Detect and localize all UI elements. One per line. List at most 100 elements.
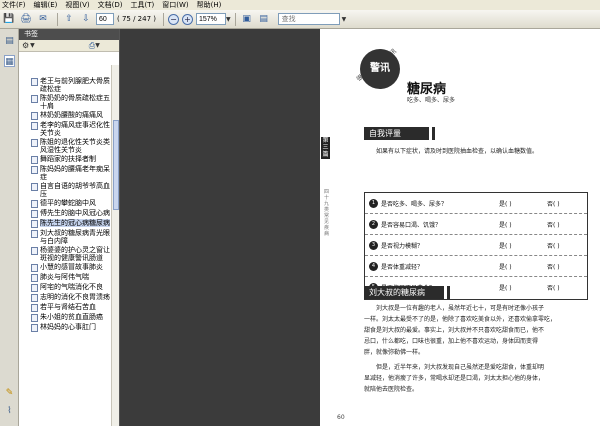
zoom-out-icon[interactable]: − bbox=[168, 13, 179, 25]
bookmark-label: 阿宅的气喘消化不良 bbox=[40, 283, 103, 291]
answer-no: 否( ) bbox=[547, 263, 560, 271]
bookmark-icon bbox=[31, 122, 38, 130]
bookmark-label: 林妈妈的心事肛门 bbox=[40, 323, 96, 331]
comments-icon[interactable]: ✎ bbox=[4, 387, 15, 399]
fit-page-icon[interactable]: ▣ bbox=[240, 12, 254, 26]
bookmarks-scrollbar[interactable] bbox=[111, 65, 119, 426]
bookmark-icon bbox=[31, 284, 38, 292]
toolbar-divider bbox=[163, 12, 164, 26]
question-row: 2 是否容易口渴、饥饿？ 是( ) 否( ) bbox=[365, 214, 587, 235]
bookmark-item[interactable]: 陈姐的退化性关节炎类风湿性关节炎 bbox=[19, 138, 112, 154]
bookmark-label: 朱小姐的贫血直肠癌 bbox=[40, 313, 103, 321]
save-icon[interactable]: 💾 bbox=[2, 12, 16, 26]
bookmark-icon bbox=[31, 274, 38, 282]
question-row: 3 是否视力模糊？ 是( ) 否( ) bbox=[365, 235, 587, 256]
bookmark-item[interactable]: 朱小姐的贫血直肠癌 bbox=[19, 313, 112, 322]
bookmark-item[interactable]: 刘大叔的糖尿病青光眼与白内障 bbox=[19, 229, 112, 245]
question-text: 是否吃多、喝多、尿多？ bbox=[381, 200, 448, 208]
bookmark-icon bbox=[31, 78, 38, 86]
search-dropdown-icon[interactable]: ▼ bbox=[342, 16, 347, 23]
zoom-in-icon[interactable]: + bbox=[182, 13, 193, 25]
menu-file[interactable]: 文件(F) bbox=[2, 0, 26, 10]
bookmark-item[interactable]: 陈先生的冠心病糖尿病 bbox=[19, 219, 112, 228]
bookmark-item[interactable]: 志明的消化不良胃溃疡 bbox=[19, 293, 112, 302]
answer-yes: 是( ) bbox=[499, 285, 512, 292]
bookmark-icon bbox=[31, 183, 38, 191]
menu-tools[interactable]: 工具(T) bbox=[131, 0, 155, 10]
bookmark-icon bbox=[31, 264, 38, 272]
bookmark-item[interactable]: 杨婆婆的护心灵之窗让斑视的健康警讯肠道 bbox=[19, 246, 112, 262]
next-page-icon[interactable]: ⇩ bbox=[79, 12, 93, 26]
answer-no: 否( ) bbox=[547, 285, 560, 292]
answer-yes: 是( ) bbox=[499, 242, 512, 250]
bookmark-item[interactable]: 肺炎与阿伟气喘 bbox=[19, 273, 112, 282]
bookmark-icon bbox=[31, 210, 38, 218]
bookmark-label: 小慧的感冒故事肺炎 bbox=[40, 263, 103, 271]
bookmark-label: 志明的消化不良胃溃疡 bbox=[40, 293, 110, 301]
toolbar-divider bbox=[234, 12, 236, 26]
navigation-rail: ▤ ▦ ✎ ⌇ bbox=[0, 29, 19, 426]
bookmark-icon bbox=[31, 314, 38, 322]
menu-help[interactable]: 帮助(H) bbox=[197, 0, 222, 10]
question-text: 是否容易口渴、饥饿？ bbox=[381, 221, 442, 229]
bookmark-label: 老王与前列腺肥大骨质疏松症 bbox=[40, 77, 110, 93]
bookmark-label: 林奶奶腰酸的痛痛风 bbox=[40, 111, 103, 119]
question-number: 1 bbox=[369, 198, 378, 208]
document-page: 很在意的健康警讯 警讯 糖尿病 吃多、喝多、尿多 第三篇 四十九类常见疾病 自我… bbox=[320, 29, 600, 426]
question-text: 是否体重减轻？ bbox=[381, 263, 424, 271]
page-number-input[interactable] bbox=[96, 13, 114, 25]
bookmark-item[interactable]: 陈奶奶的骨质疏松症五十肩 bbox=[19, 94, 112, 110]
menu-document[interactable]: 文档(D) bbox=[98, 0, 123, 10]
bookmark-label: 陈先生的冠心病糖尿病 bbox=[40, 219, 110, 227]
bookmark-label: 陈姐的退化性关节炎类风湿性关节炎 bbox=[40, 138, 110, 154]
menu-window[interactable]: 窗口(W) bbox=[162, 0, 188, 10]
menu-view[interactable]: 视图(V) bbox=[65, 0, 89, 10]
question-number: 2 bbox=[369, 219, 378, 229]
bookmark-label: 老李的痛风症事迟化性关节炎 bbox=[40, 121, 110, 137]
zoom-input[interactable] bbox=[196, 13, 226, 25]
fit-width-icon[interactable]: ▤ bbox=[257, 12, 271, 26]
bookmarks-icon[interactable]: ▦ bbox=[4, 55, 15, 67]
bookmark-label: 肺炎与阿伟气喘 bbox=[40, 273, 89, 281]
bookmark-item[interactable]: 若平与肾结石苦血 bbox=[19, 303, 112, 312]
bookmark-item[interactable]: 德平的攀蛇脑中风 bbox=[19, 199, 112, 208]
page-total: ( 75 / 247 ) bbox=[117, 15, 156, 23]
bookmark-item[interactable]: 小慧的感冒故事肺炎 bbox=[19, 263, 112, 272]
options-icon[interactable]: ⚙ bbox=[22, 41, 29, 50]
bookmarks-toolbar: ⚙ ▼ ⎙ ▼ bbox=[19, 40, 119, 52]
bookmark-item[interactable]: 林妈妈的心事肛门 bbox=[19, 323, 112, 332]
bookmark-item[interactable]: 老李的痛风症事迟化性关节炎 bbox=[19, 121, 112, 137]
bookmark-item[interactable]: 傅先生的脑中风冠心病 bbox=[19, 209, 112, 218]
bookmark-icon bbox=[31, 230, 38, 238]
bookmark-item[interactable]: 林奶奶腰酸的痛痛风 bbox=[19, 111, 112, 120]
bookmark-item[interactable]: 舞蹈家的扶择者制 bbox=[19, 155, 112, 164]
question-number: 3 bbox=[369, 240, 378, 250]
scroll-thumb[interactable] bbox=[113, 120, 119, 210]
bookmark-menu-icon[interactable]: ▼ bbox=[95, 42, 100, 49]
intro-paragraph: 如果有以下症状，请及时到医院抽血检查，以确认血糖数值。 bbox=[376, 148, 539, 155]
search-input[interactable] bbox=[277, 13, 340, 25]
story-line: 显减轻，他消瘦了许多，常喝水却还是口渴，刘太太担心他的身体， bbox=[364, 375, 545, 382]
print-icon[interactable]: 🖨 bbox=[19, 12, 33, 26]
story-line: 刘大叔是一位有趣的老人，虽然年近七十，可是有时还像小孩子 bbox=[376, 305, 545, 312]
bookmark-icon bbox=[31, 247, 38, 255]
story-line: 忌口，什么都吃，口味也很重，加上他不喜欢运动，身体因而变得 bbox=[364, 338, 539, 345]
bookmark-label: 刘大叔的糖尿病青光眼与白内障 bbox=[40, 229, 110, 245]
bookmark-item[interactable]: 陈妈妈的腰痛老年痴呆症 bbox=[19, 165, 112, 181]
email-icon[interactable]: ✉ bbox=[36, 12, 50, 26]
document-background bbox=[120, 29, 320, 426]
menu-edit[interactable]: 编辑(E) bbox=[34, 0, 58, 10]
bookmark-item[interactable]: 自言自语的胡爷爷高血压 bbox=[19, 182, 112, 198]
bookmark-icon bbox=[31, 304, 38, 312]
bookmark-item[interactable]: 老王与前列腺肥大骨质疏松症 bbox=[19, 77, 112, 93]
bookmark-icon bbox=[31, 112, 38, 120]
bookmarks-header: 书签 bbox=[19, 29, 119, 40]
previous-page-icon[interactable]: ⇧ bbox=[62, 12, 76, 26]
options-dropdown-icon[interactable]: ▼ bbox=[30, 42, 35, 49]
attachments-icon[interactable]: ⌇ bbox=[4, 405, 15, 417]
pages-icon[interactable]: ▤ bbox=[4, 35, 15, 47]
story-line: 胖，就像弥勒佛一样。 bbox=[364, 349, 425, 356]
zoom-dropdown-icon[interactable]: ▼ bbox=[226, 16, 231, 23]
story-text: 刘大叔是一位有趣的老人，虽然年近七十，可是有时还像小孩子 一样。刘太太最受不了的是… bbox=[364, 303, 594, 395]
bookmark-item[interactable]: 阿宅的气喘消化不良 bbox=[19, 283, 112, 292]
